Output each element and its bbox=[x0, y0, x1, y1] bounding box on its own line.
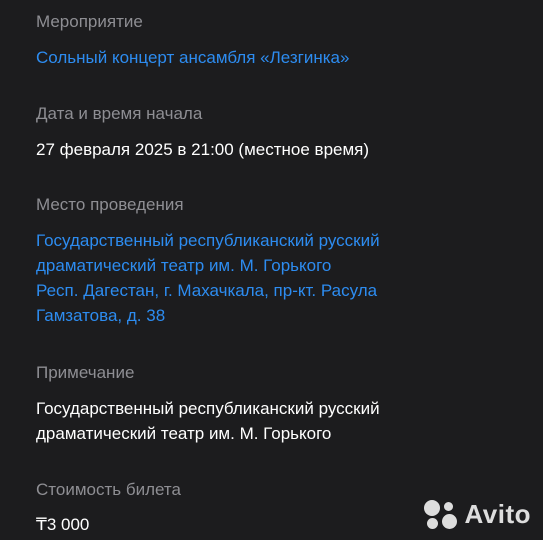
event-label: Мероприятие bbox=[36, 12, 143, 31]
venue-line: Гамзатова, д. 38 bbox=[36, 306, 166, 325]
note-line: драматический театр им. М. Горького bbox=[36, 424, 332, 443]
venue-line: Государственный республиканский русский bbox=[36, 231, 380, 250]
venue-line: драматический театр им. М. Горького bbox=[36, 256, 332, 275]
avito-watermark-text: Avito bbox=[464, 499, 531, 529]
venue-line: Респ. Дагестан, г. Махачкала, пр-кт. Рас… bbox=[36, 281, 378, 300]
datetime-label: Дата и время начала bbox=[36, 104, 203, 123]
price-label: Стоимость билета bbox=[36, 480, 181, 499]
venue-label: Место проведения bbox=[36, 195, 184, 214]
avito-logo-icon bbox=[424, 499, 458, 530]
note-line: Государственный республиканский русский bbox=[36, 399, 380, 418]
note-value: Государственный республиканский русский … bbox=[36, 396, 380, 446]
price-value: ₸3 000 bbox=[36, 515, 90, 534]
avito-watermark: Avito bbox=[424, 499, 531, 530]
datetime-value: 27 февраля 2025 в 21:00 (местное время) bbox=[36, 140, 370, 159]
note-label: Примечание bbox=[36, 363, 135, 382]
event-title-link[interactable]: Сольный концерт ансамбля «Лезгинка» bbox=[36, 45, 349, 70]
venue-link[interactable]: Государственный республиканский русский … bbox=[36, 228, 380, 328]
